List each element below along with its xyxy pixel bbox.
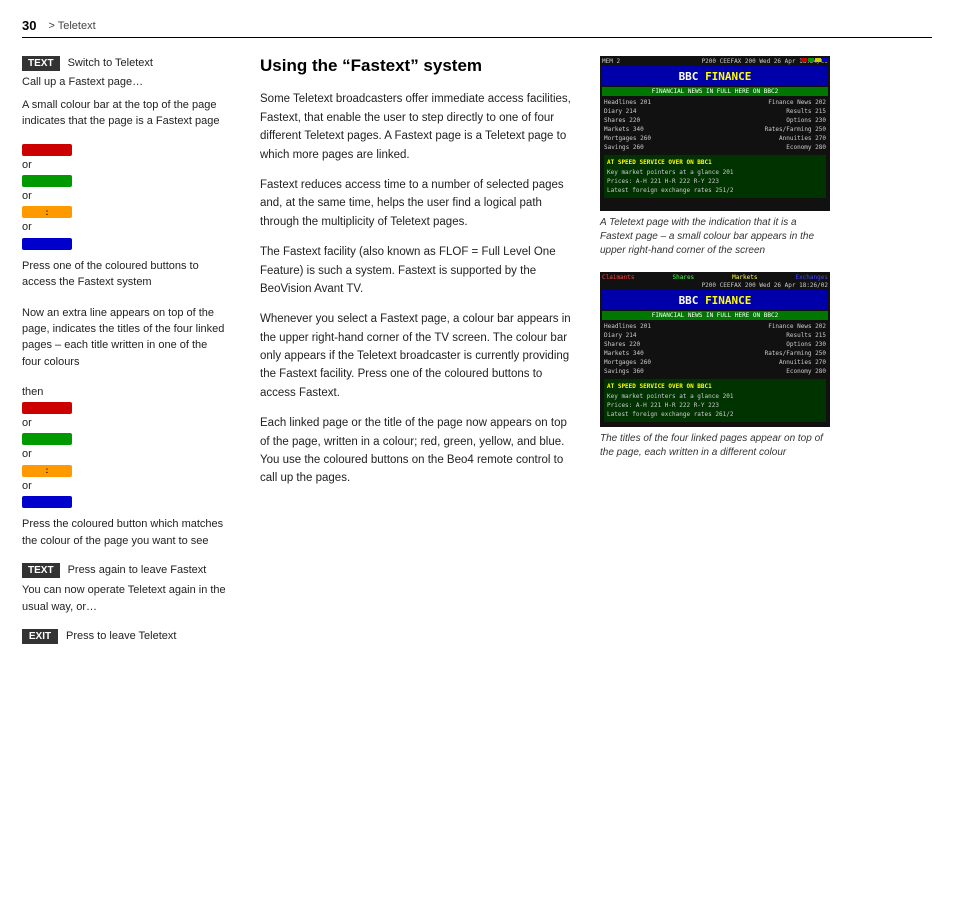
or-label-3: or [22,220,32,235]
breadcrumb: > Teletext [48,20,95,32]
text-button-2: TEXT [22,563,60,578]
red-button-row [22,144,226,156]
then-or-label-1: or [22,416,32,431]
teletext-bottom-box-1: AT SPEED SERVICE OVER ON BBC1 Key market… [604,155,826,198]
finance-title-2: FINANCE [705,294,751,307]
paragraph-5: Each linked page or the title of the pag… [260,414,574,488]
finance-title-1: FINANCE [705,70,751,83]
bbc-title-1: BBC [679,70,706,83]
teletext-data-2: Headlines 201Finance News 202 Diary 214R… [602,322,828,376]
switch-teletext-text: Switch to Teletext [68,56,226,71]
teletext-status-1: MEM 2 [602,58,620,65]
left-column: TEXT Switch to Teletext Call up a Fastex… [22,56,242,659]
screenshot-block-2: Claimants Shares Markets Exchanges P200 … [600,272,932,460]
section-color-buttons: or or : or Press one of the co [22,144,226,291]
paragraph-3: The Fastext facility (also known as FLOF… [260,243,574,298]
colour-bar-desc: A small colour bar at the top of the pag… [22,99,220,127]
center-column: Using the “Fastext” system Some Teletext… [242,56,592,659]
section-text-button: TEXT Switch to Teletext Call up a Fastex… [22,56,226,130]
paragraph-1: Some Teletext broadcasters offer immedia… [260,90,574,164]
paragraph-2: Fastext reduces access time to a number … [260,176,574,231]
press-colored-match-desc: Press the coloured button which matches … [22,518,223,546]
page-header: 30 > Teletext [22,18,932,38]
section-exit: EXIT Press to leave Teletext [22,629,226,644]
section-extra-line: Now an extra line appears on top of the … [22,305,226,371]
color-bar-indicator [801,58,828,62]
teletext-screenshot-2: Claimants Shares Markets Exchanges P200 … [600,272,830,427]
paragraph-4: Whenever you select a Fastext page, a co… [260,310,574,402]
text-button: TEXT [22,56,60,71]
section-heading: Using the “Fastext” system [260,56,574,76]
teletext-bottom-box-2: AT SPEED SERVICE OVER ON BBC1 Key market… [604,379,826,422]
caption-1: A Teletext page with the indication that… [600,216,830,258]
then-red-row [22,402,226,414]
yellow-button-row: : [22,206,226,218]
page-container: 30 > Teletext TEXT Switch to Teletext Ca… [0,0,954,919]
bbc-title-2: BBC [679,294,706,307]
green-button [22,175,72,187]
section-text-again: TEXT Press again to leave Fastext You ca… [22,563,226,615]
page-number: 30 [22,18,36,33]
teletext-screenshot-1: MEM 2 P200 CEEFAX 200 Wed 26 Apr 18:24/0… [600,56,830,211]
section-then: then or or : or [22,384,226,549]
extra-line-desc: Now an extra line appears on top of the … [22,307,224,368]
exit-button: EXIT [22,629,58,644]
then-red-button [22,402,72,414]
operate-teletext-text: You can now operate Teletext again in th… [22,584,226,612]
linked-pages-bar: Claimants Shares Markets Exchanges [602,274,828,281]
yellow-button: : [22,206,72,218]
or-label-1: or [22,158,32,173]
then-green-row [22,433,226,445]
then-yellow-row: : [22,465,226,477]
then-blue-row [22,496,226,508]
teletext-data-1: Headlines 201Finance News 202 Diary 214R… [602,98,828,152]
caption-2: The titles of the four linked pages appe… [600,432,830,460]
screenshot-block-1: MEM 2 P200 CEEFAX 200 Wed 26 Apr 18:24/0… [600,56,932,258]
press-leave-fastext: Press again to leave Fastext [68,563,226,578]
then-label: then [22,386,43,398]
press-leave-teletext: Press to leave Teletext [66,629,226,644]
press-colored-desc: Press one of the coloured buttons to acc… [22,260,199,288]
blue-button [22,238,72,250]
teletext-subtitle-1: FINANCIAL NEWS IN FULL HERE ON BBC2 [602,87,828,96]
teletext-subtitle-2: FINANCIAL NEWS IN FULL HERE ON BBC2 [602,311,828,320]
red-button [22,144,72,156]
call-fastext-text: Call up a Fastext page… [22,76,143,88]
teletext-page-2: P200 CEEFAX 200 Wed 26 Apr 18:26/02 [702,282,828,289]
then-or-label-3: or [22,479,32,494]
or-label-2: or [22,189,32,204]
then-green-button [22,433,72,445]
then-yellow-button: : [22,465,72,477]
green-button-row [22,175,226,187]
then-or-label-2: or [22,447,32,462]
right-column: MEM 2 P200 CEEFAX 200 Wed 26 Apr 18:24/0… [592,56,932,659]
blue-button-row [22,238,226,250]
then-blue-button [22,496,72,508]
main-layout: TEXT Switch to Teletext Call up a Fastex… [22,56,932,659]
